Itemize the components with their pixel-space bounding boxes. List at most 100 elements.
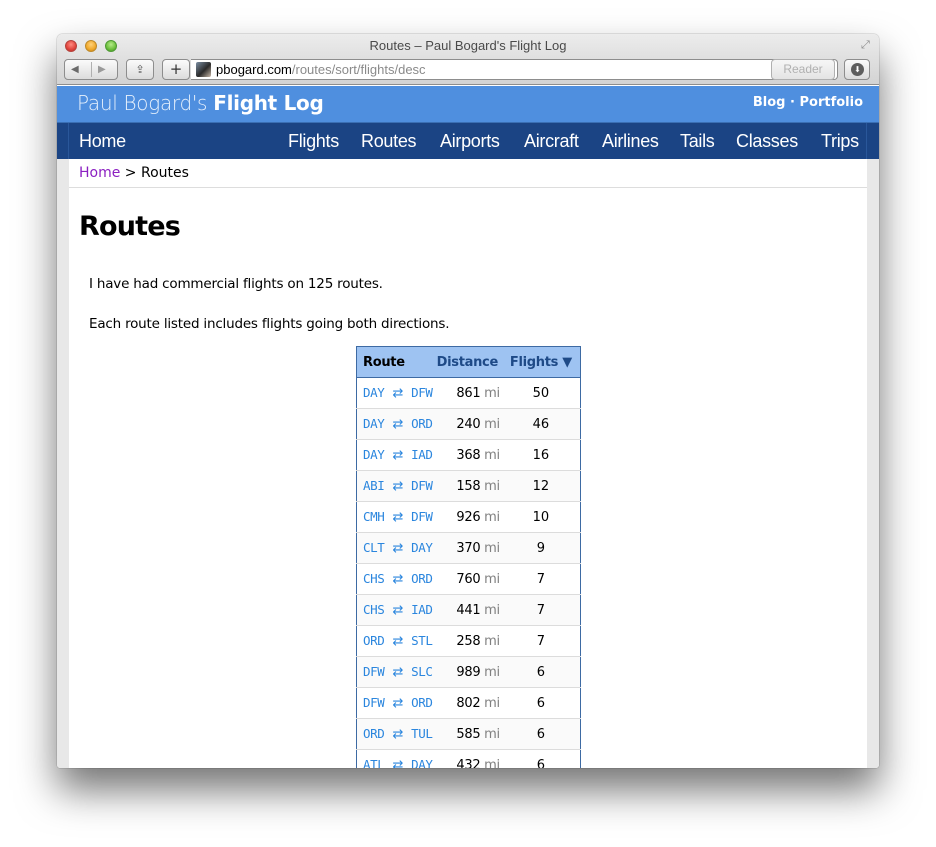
portfolio-link[interactable]: Portfolio xyxy=(799,95,863,110)
route-origin: ABI xyxy=(363,478,385,493)
route-origin: ORD xyxy=(363,633,385,648)
distance-unit: mi xyxy=(484,695,500,711)
route-link[interactable]: DFW ⇄ SLC xyxy=(363,664,433,680)
route-link[interactable]: CLT ⇄ DAY xyxy=(363,540,433,556)
address-bar[interactable]: pbogard.com/routes/sort/flights/desc ↻ xyxy=(191,59,838,80)
breadcrumb-home-link[interactable]: Home xyxy=(79,165,120,181)
route-cell: DFW ⇄ SLC xyxy=(356,656,435,688)
flights-count: 10 xyxy=(505,501,581,533)
route-destination: IAD xyxy=(411,602,433,617)
bidirectional-arrow-icon: ⇄ xyxy=(392,603,404,618)
route-origin: DFW xyxy=(363,664,385,679)
downloads-button[interactable]: ⬇ xyxy=(844,59,870,80)
back-button[interactable]: ◀ xyxy=(71,60,79,79)
url-text[interactable]: pbogard.com/routes/sort/flights/desc xyxy=(216,62,426,77)
nav-airports[interactable]: Airports xyxy=(440,131,500,152)
route-origin: DAY xyxy=(363,385,385,400)
route-destination: DFW xyxy=(411,385,433,400)
bidirectional-arrow-icon: ⇄ xyxy=(392,417,404,432)
nav-flights[interactable]: Flights xyxy=(288,131,339,152)
route-link[interactable]: ORD ⇄ STL xyxy=(363,633,433,649)
route-link[interactable]: ATL ⇄ DAY xyxy=(363,757,433,768)
column-header-route[interactable]: Route xyxy=(356,346,435,378)
route-link[interactable]: CMH ⇄ DFW xyxy=(363,509,433,525)
reader-button[interactable]: Reader xyxy=(771,59,835,80)
distance-cell: 258 mi xyxy=(434,625,506,657)
table-row: DAY ⇄ DFW 861 mi 50 xyxy=(356,377,581,409)
site-title[interactable]: Paul Bogard's Flight Log xyxy=(77,91,324,115)
page-content: Home > Routes Routes I have had commerci… xyxy=(69,159,867,768)
plus-icon: + xyxy=(169,60,183,78)
table-row: CMH ⇄ DFW 926 mi 10 xyxy=(356,501,581,533)
table-row: CLT ⇄ DAY 370 mi 9 xyxy=(356,532,581,564)
route-link[interactable]: CHS ⇄ ORD xyxy=(363,571,433,587)
table-row: CHS ⇄ IAD 441 mi 7 xyxy=(356,594,581,626)
site-title-owner: Paul Bogard's xyxy=(77,91,208,115)
fullscreen-icon[interactable]: ⤢ xyxy=(861,39,873,51)
share-button[interactable]: ⇪ xyxy=(126,59,154,80)
route-link[interactable]: DAY ⇄ ORD xyxy=(363,416,433,432)
table-row: ATL ⇄ DAY 432 mi 6 xyxy=(356,749,581,769)
flights-count: 6 xyxy=(505,718,581,750)
distance-cell: 989 mi xyxy=(434,656,506,688)
distance-value: 432 xyxy=(456,757,481,769)
distance-value: 760 xyxy=(456,571,481,587)
distance-unit: mi xyxy=(484,757,500,769)
table-header-row: Route Distance Flights ▼ xyxy=(356,346,581,378)
download-icon: ⬇ xyxy=(851,63,864,76)
route-link[interactable]: DFW ⇄ ORD xyxy=(363,695,433,711)
route-cell: ORD ⇄ TUL xyxy=(356,718,435,750)
nav-tails[interactable]: Tails xyxy=(680,131,715,152)
route-cell: ORD ⇄ STL xyxy=(356,625,435,657)
bidirectional-arrow-icon: ⇄ xyxy=(392,696,404,711)
flights-count: 6 xyxy=(505,656,581,688)
nav-home[interactable]: Home xyxy=(79,131,126,152)
route-link[interactable]: CHS ⇄ IAD xyxy=(363,602,433,618)
url-domain: pbogard.com xyxy=(216,62,292,77)
route-cell: DAY ⇄ IAD xyxy=(356,439,435,471)
route-link[interactable]: DAY ⇄ IAD xyxy=(363,447,433,463)
forward-button[interactable]: ▶ xyxy=(98,60,106,79)
distance-cell: 370 mi xyxy=(434,532,506,564)
browser-titlebar: Routes – Paul Bogard's Flight Log ⤢ ◀ ▶ … xyxy=(57,34,879,85)
nav-trips[interactable]: Trips xyxy=(821,131,859,152)
route-destination: TUL xyxy=(411,726,433,741)
table-row: DFW ⇄ ORD 802 mi 6 xyxy=(356,687,581,719)
flights-count: 7 xyxy=(505,563,581,595)
share-icon: ⇪ xyxy=(135,63,145,76)
distance-cell: 240 mi xyxy=(434,408,506,440)
route-link[interactable]: ABI ⇄ DFW xyxy=(363,478,433,494)
distance-cell: 760 mi xyxy=(434,563,506,595)
route-origin: CMH xyxy=(363,509,385,524)
route-destination: IAD xyxy=(411,447,433,462)
distance-value: 441 xyxy=(456,602,481,618)
table-row: ORD ⇄ STL 258 mi 7 xyxy=(356,625,581,657)
bidirectional-arrow-icon: ⇄ xyxy=(392,386,404,401)
route-destination: DAY xyxy=(411,540,433,555)
route-origin: DAY xyxy=(363,447,385,462)
add-bookmark-button[interactable]: + xyxy=(162,59,190,80)
route-cell: DFW ⇄ ORD xyxy=(356,687,435,719)
nav-airlines[interactable]: Airlines xyxy=(602,131,659,152)
distance-value: 861 xyxy=(456,385,481,401)
route-link[interactable]: ORD ⇄ TUL xyxy=(363,726,433,742)
blog-link[interactable]: Blog xyxy=(753,95,786,110)
column-header-flights[interactable]: Flights ▼ xyxy=(505,346,581,378)
bidirectional-arrow-icon: ⇄ xyxy=(392,448,404,463)
route-direction-note: Each route listed includes flights going… xyxy=(89,316,450,332)
nav-classes[interactable]: Classes xyxy=(736,131,798,152)
route-link[interactable]: DAY ⇄ DFW xyxy=(363,385,433,401)
bidirectional-arrow-icon: ⇄ xyxy=(392,665,404,680)
distance-value: 158 xyxy=(456,478,481,494)
column-header-distance[interactable]: Distance xyxy=(434,346,506,378)
table-row: ORD ⇄ TUL 585 mi 6 xyxy=(356,718,581,750)
route-destination: SLC xyxy=(411,664,433,679)
route-count-text: I have had commercial flights on 125 rou… xyxy=(89,276,383,292)
nav-routes[interactable]: Routes xyxy=(361,131,417,152)
nav-edge xyxy=(68,123,69,159)
bidirectional-arrow-icon: ⇄ xyxy=(392,572,404,587)
nav-aircraft[interactable]: Aircraft xyxy=(524,131,579,152)
distance-cell: 926 mi xyxy=(434,501,506,533)
route-cell: ABI ⇄ DFW xyxy=(356,470,435,502)
route-cell: DAY ⇄ ORD xyxy=(356,408,435,440)
